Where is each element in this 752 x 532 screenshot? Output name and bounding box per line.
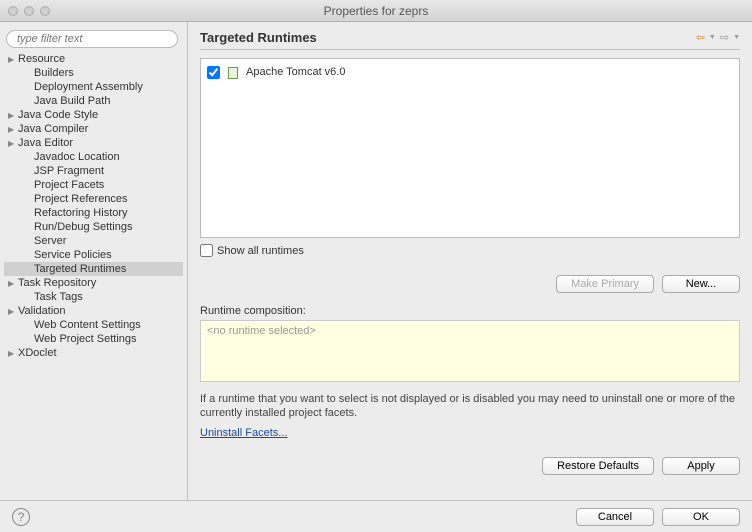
runtime-checkbox[interactable]: [207, 66, 220, 79]
close-window-icon[interactable]: [8, 6, 18, 16]
tree-item-java-build-path[interactable]: Java Build Path: [4, 94, 183, 108]
tree-item-java-code-style[interactable]: Java Code Style: [4, 108, 183, 122]
tree-item-web-content-settings[interactable]: Web Content Settings: [4, 318, 183, 332]
window-controls: [0, 6, 50, 16]
show-all-runtimes[interactable]: Show all runtimes: [200, 244, 740, 257]
hint-text: If a runtime that you want to select is …: [200, 392, 740, 421]
ok-button[interactable]: OK: [662, 508, 740, 526]
composition-empty-text: <no runtime selected>: [207, 325, 316, 337]
composition-label: Runtime composition:: [200, 305, 740, 317]
back-icon[interactable]: ⇦: [696, 31, 705, 44]
show-all-label: Show all runtimes: [217, 245, 304, 257]
make-primary-button[interactable]: Make Primary: [556, 275, 654, 293]
uninstall-facets-link[interactable]: Uninstall Facets...: [200, 427, 740, 439]
tree-item-jsp-fragment[interactable]: JSP Fragment: [4, 164, 183, 178]
tree-item-targeted-runtimes[interactable]: Targeted Runtimes: [4, 262, 183, 276]
tree-item-java-compiler[interactable]: Java Compiler: [4, 122, 183, 136]
tree-item-refactoring-history[interactable]: Refactoring History: [4, 206, 183, 220]
runtime-item[interactable]: Apache Tomcat v6.0: [207, 65, 733, 79]
tree-item-task-tags[interactable]: Task Tags: [4, 290, 183, 304]
apply-button[interactable]: Apply: [662, 457, 740, 475]
minimize-window-icon[interactable]: [24, 6, 34, 16]
page-heading: Targeted Runtimes: [200, 30, 317, 45]
composition-box: <no runtime selected>: [200, 320, 740, 382]
bottom-bar: ? Cancel OK: [0, 500, 752, 532]
tree-item-resource[interactable]: Resource: [4, 52, 183, 66]
tree-item-service-policies[interactable]: Service Policies: [4, 248, 183, 262]
filter-input[interactable]: [6, 30, 178, 48]
nav-arrows: ⇦▼ ⇨▼: [696, 31, 740, 44]
runtime-label: Apache Tomcat v6.0: [246, 66, 345, 78]
runtimes-list: Apache Tomcat v6.0: [200, 58, 740, 238]
tree-item-run-debug-settings[interactable]: Run/Debug Settings: [4, 220, 183, 234]
tree-item-xdoclet[interactable]: XDoclet: [4, 346, 183, 360]
tree-item-server[interactable]: Server: [4, 234, 183, 248]
tree-item-project-facets[interactable]: Project Facets: [4, 178, 183, 192]
help-icon[interactable]: ?: [12, 508, 30, 526]
tree-item-builders[interactable]: Builders: [4, 66, 183, 80]
tree-item-javadoc-location[interactable]: Javadoc Location: [4, 150, 183, 164]
window-title: Properties for zeprs: [0, 4, 752, 18]
titlebar: Properties for zeprs: [0, 0, 752, 22]
sidebar: Resource Builders Deployment Assembly Ja…: [0, 22, 188, 500]
restore-defaults-button[interactable]: Restore Defaults: [542, 457, 654, 475]
tree-item-task-repository[interactable]: Task Repository: [4, 276, 183, 290]
server-icon: [226, 65, 240, 79]
zoom-window-icon[interactable]: [40, 6, 50, 16]
tree-item-project-references[interactable]: Project References: [4, 192, 183, 206]
new-button[interactable]: New...: [662, 275, 740, 293]
forward-icon[interactable]: ⇨: [720, 31, 729, 44]
tree-item-web-project-settings[interactable]: Web Project Settings: [4, 332, 183, 346]
properties-tree: Resource Builders Deployment Assembly Ja…: [4, 52, 183, 360]
tree-item-java-editor[interactable]: Java Editor: [4, 136, 183, 150]
cancel-button[interactable]: Cancel: [576, 508, 654, 526]
content-panel: Targeted Runtimes ⇦▼ ⇨▼ Apache Tomcat v6…: [188, 22, 752, 500]
tree-item-validation[interactable]: Validation: [4, 304, 183, 318]
tree-item-deployment-assembly[interactable]: Deployment Assembly: [4, 80, 183, 94]
show-all-checkbox[interactable]: [200, 244, 213, 257]
